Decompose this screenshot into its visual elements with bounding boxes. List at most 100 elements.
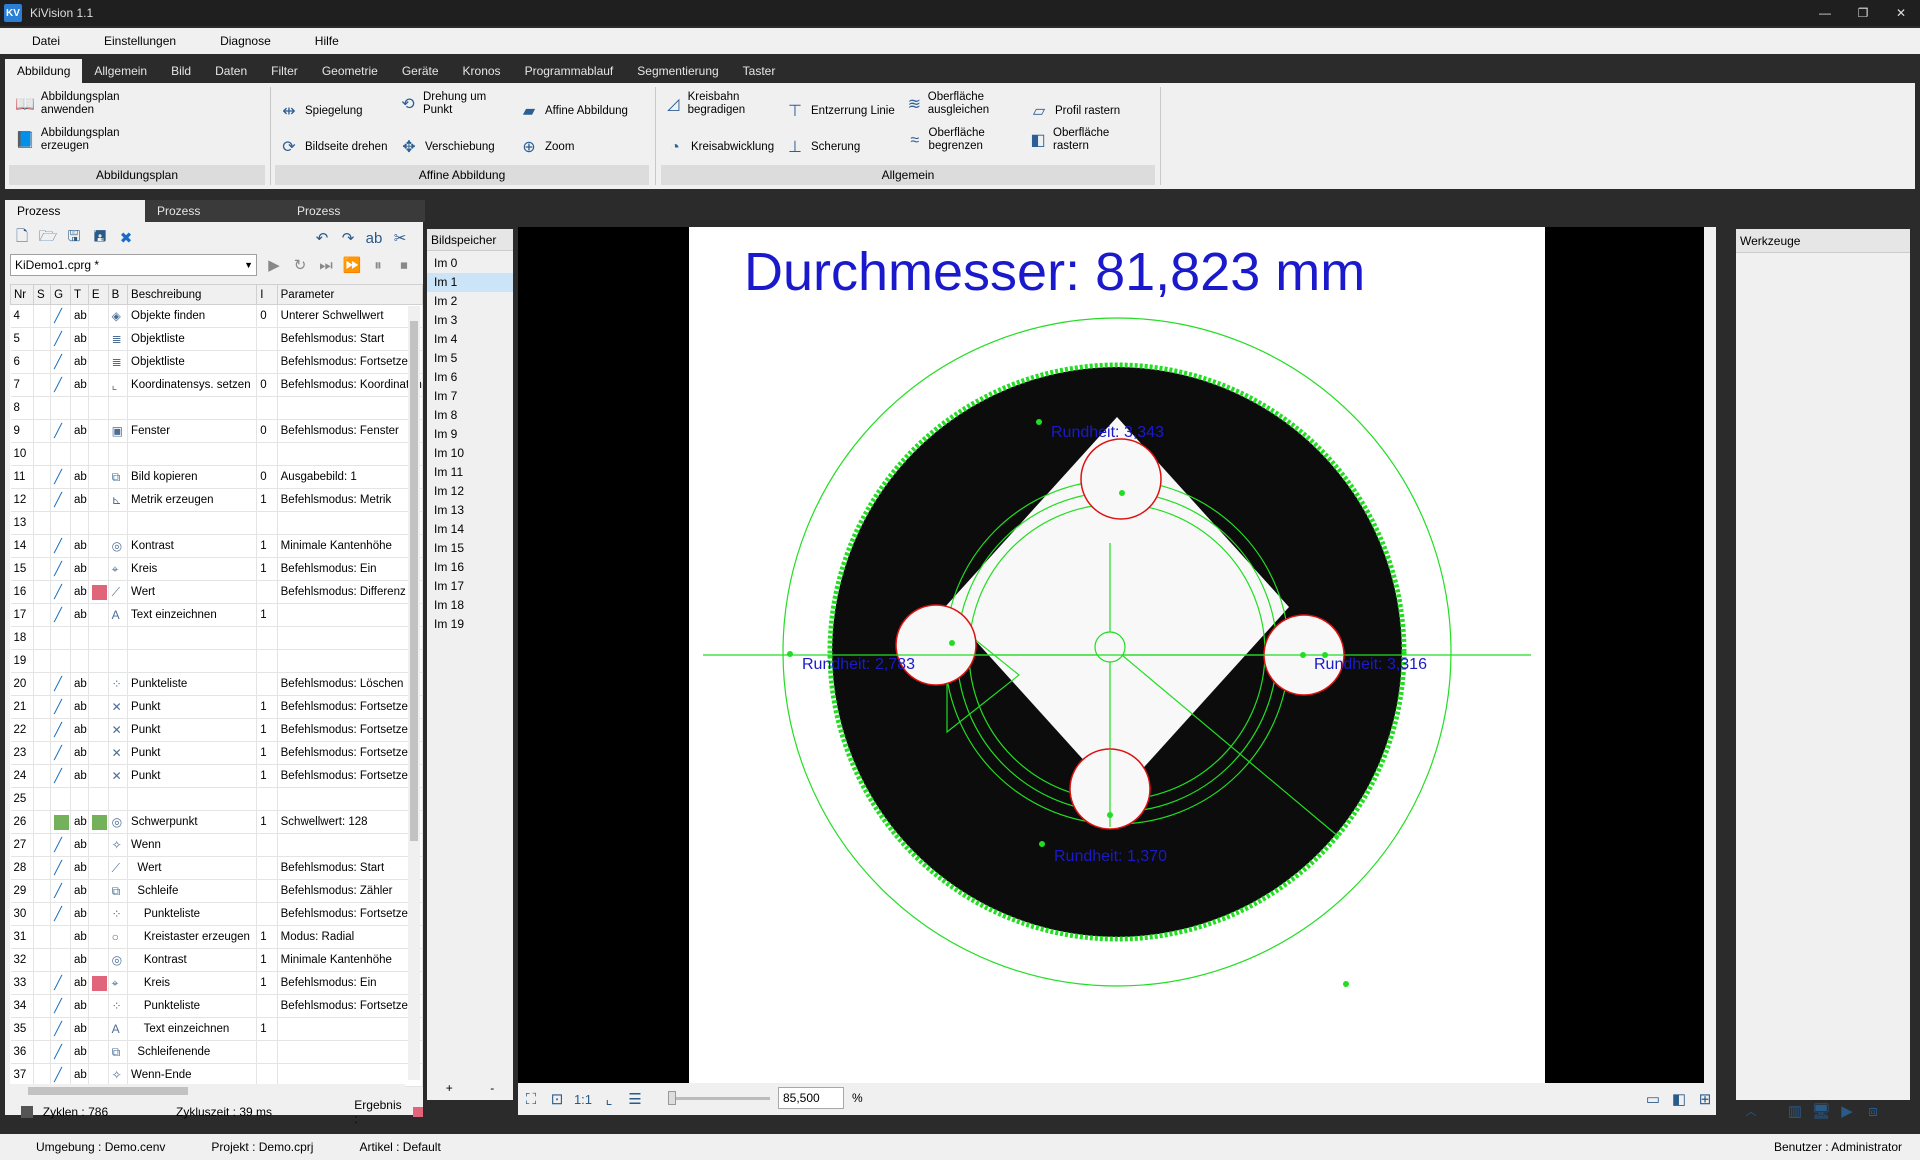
bildspeicher-item[interactable]: Im 17 bbox=[427, 577, 513, 596]
tab-geraete[interactable]: Geräte bbox=[390, 59, 451, 83]
table-row[interactable]: 28 ╱ ab ⟋ Wert Befehlsmodus: Start bbox=[10, 856, 424, 880]
fast-forward-icon[interactable]: ⏩ bbox=[339, 253, 365, 277]
pen-icon[interactable]: ╱ bbox=[54, 331, 62, 346]
table-row[interactable]: 6 ╱ ab ≣ Objektliste Befehlsmodus: Fortsetzen bbox=[10, 350, 424, 374]
table-scrollbar[interactable] bbox=[408, 306, 420, 1080]
bildspeicher-item[interactable]: Im 6 bbox=[427, 368, 513, 387]
bildspeicher-item[interactable]: Im 1 bbox=[427, 273, 513, 292]
minimize-icon[interactable]: — bbox=[1806, 0, 1844, 26]
table-hscrollbar[interactable] bbox=[10, 1084, 405, 1097]
pen-icon[interactable]: ╱ bbox=[54, 469, 62, 484]
step-icon[interactable]: ⏭ bbox=[313, 253, 339, 277]
table-row[interactable]: 31 ab ○ Kreistaster erzeugen 1 Modus: Radial bbox=[10, 925, 424, 949]
fit-width-icon[interactable]: ⛶ bbox=[518, 1087, 544, 1111]
pen-icon[interactable]: ╱ bbox=[54, 538, 62, 553]
bildspeicher-item[interactable]: Im 10 bbox=[427, 444, 513, 463]
bildspeicher-item[interactable]: Im 9 bbox=[427, 425, 513, 444]
profil-rastern-button[interactable]: ▱ Profil rastern bbox=[1029, 101, 1120, 121]
table-row[interactable]: 13 bbox=[10, 511, 424, 535]
menu-einstellungen[interactable]: Einstellungen bbox=[82, 34, 198, 48]
delete-icon[interactable]: ✖ bbox=[113, 226, 139, 250]
table-row[interactable]: 11 ╱ ab ⧉ Bild kopieren 0 Ausgabebild: 1 bbox=[10, 465, 424, 489]
bildspeicher-item[interactable]: Im 19 bbox=[427, 615, 513, 634]
pen-icon[interactable]: ╱ bbox=[54, 354, 62, 369]
pen-icon[interactable]: ╱ bbox=[54, 1021, 62, 1036]
table-row[interactable]: 12 ╱ ab ⊾ Metrik erzeugen 1 Befehlsmodus: Metr… bbox=[10, 488, 424, 512]
bildspeicher-item[interactable]: Im 7 bbox=[427, 387, 513, 406]
scherung-button[interactable]: ⊥ Scherung bbox=[785, 137, 860, 157]
lines-icon[interactable]: ☰ bbox=[622, 1087, 648, 1111]
col-g[interactable]: G bbox=[50, 284, 71, 305]
table-row[interactable]: 27 ╱ ab ✧ Wenn bbox=[10, 833, 424, 857]
remove-image-button[interactable]: - bbox=[490, 1081, 494, 1095]
table-row[interactable]: 35 ╱ ab A Text einzeichnen 1 bbox=[10, 1017, 424, 1041]
table-row[interactable]: 26 ab ◎ Schwerpunkt 1 Schwellwert: 128 bbox=[10, 810, 424, 834]
table-row[interactable]: 36 ╱ ab ⧉ Schleifenende bbox=[10, 1040, 424, 1064]
axes-icon[interactable]: ⌞ bbox=[596, 1087, 622, 1111]
table-row[interactable]: 19 bbox=[10, 649, 424, 673]
bildspeicher-item[interactable]: Im 16 bbox=[427, 558, 513, 577]
redo-icon[interactable]: ↷ bbox=[335, 226, 361, 250]
pen-icon[interactable]: ╱ bbox=[54, 768, 62, 783]
gradient-icon[interactable]: ▥ bbox=[1782, 1099, 1808, 1123]
save-as-icon[interactable]: 🖪 bbox=[87, 226, 113, 250]
tab-segmentierung[interactable]: Segmentierung bbox=[625, 59, 730, 83]
pen-icon[interactable]: ╱ bbox=[54, 423, 62, 438]
table-row[interactable]: 20 ╱ ab ⁘ Punkteliste Befehlsmodus: Löschen bbox=[10, 672, 424, 696]
open-folder-icon[interactable]: 🗁 bbox=[35, 226, 61, 250]
bildspeicher-item[interactable]: Im 13 bbox=[427, 501, 513, 520]
close-icon[interactable]: ✕ bbox=[1882, 0, 1920, 26]
program-select[interactable]: KiDemo1.cprg * ▼ bbox=[10, 254, 257, 276]
abbildungsplan-anwenden-button[interactable]: 📖 Abbildungsplan anwenden bbox=[15, 91, 155, 117]
pause-icon[interactable]: ⏸ bbox=[365, 253, 391, 277]
pen-icon[interactable]: ╱ bbox=[54, 676, 62, 691]
image-viewer[interactable]: Durchmesser: 81,823 mm Rundheit: 3,343 R… bbox=[518, 227, 1716, 1083]
table-row[interactable]: 14 ╱ ab ◎ Kontrast 1 Minimale Kantenhöhe bbox=[10, 534, 424, 558]
pen-icon[interactable]: ╱ bbox=[54, 998, 62, 1013]
camera-icon[interactable]: ▶ bbox=[1834, 1099, 1860, 1123]
save-icon[interactable]: 🖫 bbox=[61, 226, 87, 250]
network-icon[interactable]: ⧈ bbox=[1860, 1099, 1886, 1123]
pen-icon[interactable]: ╱ bbox=[54, 607, 62, 622]
pen-icon[interactable]: ╱ bbox=[54, 975, 62, 990]
one-to-one-icon[interactable]: 1:1 bbox=[570, 1087, 596, 1111]
pen-icon[interactable]: ╱ bbox=[54, 584, 62, 599]
table-row[interactable]: 24 ╱ ab ✕ Punkt 1 Befehlsmodus: Fortsetzen bbox=[10, 764, 424, 788]
table-row[interactable]: 8 bbox=[10, 396, 424, 420]
col-parameter[interactable]: Parameter bbox=[276, 284, 424, 305]
undo-icon[interactable]: ↶ bbox=[309, 226, 335, 250]
table-row[interactable]: 9 ╱ ab ▣ Fenster 0 Befehlsmodus: Fenster bbox=[10, 419, 424, 443]
zoom-slider[interactable] bbox=[670, 1097, 770, 1100]
oberflaeche-ausgleichen-button[interactable]: ≋ Oberfläche ausgleichen bbox=[907, 91, 1017, 117]
menu-diagnose[interactable]: Diagnose bbox=[198, 34, 293, 48]
verschiebung-button[interactable]: ✥ Verschiebung bbox=[399, 137, 494, 157]
table-row[interactable]: 33 ╱ ab ⌖ Kreis 1 Befehlsmodus: Ein bbox=[10, 971, 424, 995]
view-3d-icon[interactable]: ◧ bbox=[1666, 1087, 1692, 1111]
bildspeicher-item[interactable]: Im 5 bbox=[427, 349, 513, 368]
add-image-button[interactable]: + bbox=[446, 1081, 453, 1095]
monitor-icon[interactable]: 🖥 bbox=[1808, 1099, 1834, 1123]
col-s[interactable]: S bbox=[32, 284, 52, 305]
col-b[interactable]: B bbox=[107, 284, 129, 305]
chevron-up-icon[interactable]: ︿ bbox=[1738, 1099, 1764, 1123]
table-row[interactable]: 15 ╱ ab ⌖ Kreis 1 Befehlsmodus: Ein bbox=[10, 557, 424, 581]
table-row[interactable]: 7 ╱ ab ⌞ Koordinatensys. setzen 0 Befehlsmodus… bbox=[10, 373, 424, 397]
drehung-button[interactable]: ⟲ Drehung um Punkt bbox=[399, 91, 509, 117]
restore-icon[interactable]: ❐ bbox=[1844, 0, 1882, 26]
col-t[interactable]: T bbox=[69, 284, 89, 305]
pen-active-icon[interactable] bbox=[54, 814, 70, 830]
table-row[interactable]: 34 ╱ ab ⁘ Punkteliste Befehlsmodus: Fortsetz… bbox=[10, 994, 424, 1018]
table-row[interactable]: 22 ╱ ab ✕ Punkt 1 Befehlsmodus: Fortsetzen bbox=[10, 718, 424, 742]
scroll-thumb[interactable] bbox=[410, 321, 418, 841]
tab-abbildung[interactable]: Abbildung bbox=[5, 59, 83, 83]
table-row[interactable]: 4 ╱ ab ◈ Objekte finden 0 Unterer Schwellwert bbox=[10, 304, 424, 328]
oberflaeche-begrenzen-button[interactable]: ≈ Oberfläche begrenzen bbox=[907, 127, 1017, 153]
pen-icon[interactable]: ╱ bbox=[54, 722, 62, 737]
tab-prozess-1[interactable]: Prozess bbox=[5, 200, 145, 222]
tab-prozess-3[interactable]: Prozess bbox=[285, 200, 425, 222]
stop-icon[interactable]: ⏹ bbox=[391, 253, 417, 277]
table-row[interactable]: 29 ╱ ab ⧉ Schleife Befehlsmodus: Zähler bbox=[10, 879, 424, 903]
fit-page-icon[interactable]: ⊡ bbox=[544, 1087, 570, 1111]
kreisabwicklung-button[interactable]: ◔ Kreisabwicklung bbox=[665, 137, 774, 157]
pen-icon[interactable]: ╱ bbox=[54, 745, 62, 760]
